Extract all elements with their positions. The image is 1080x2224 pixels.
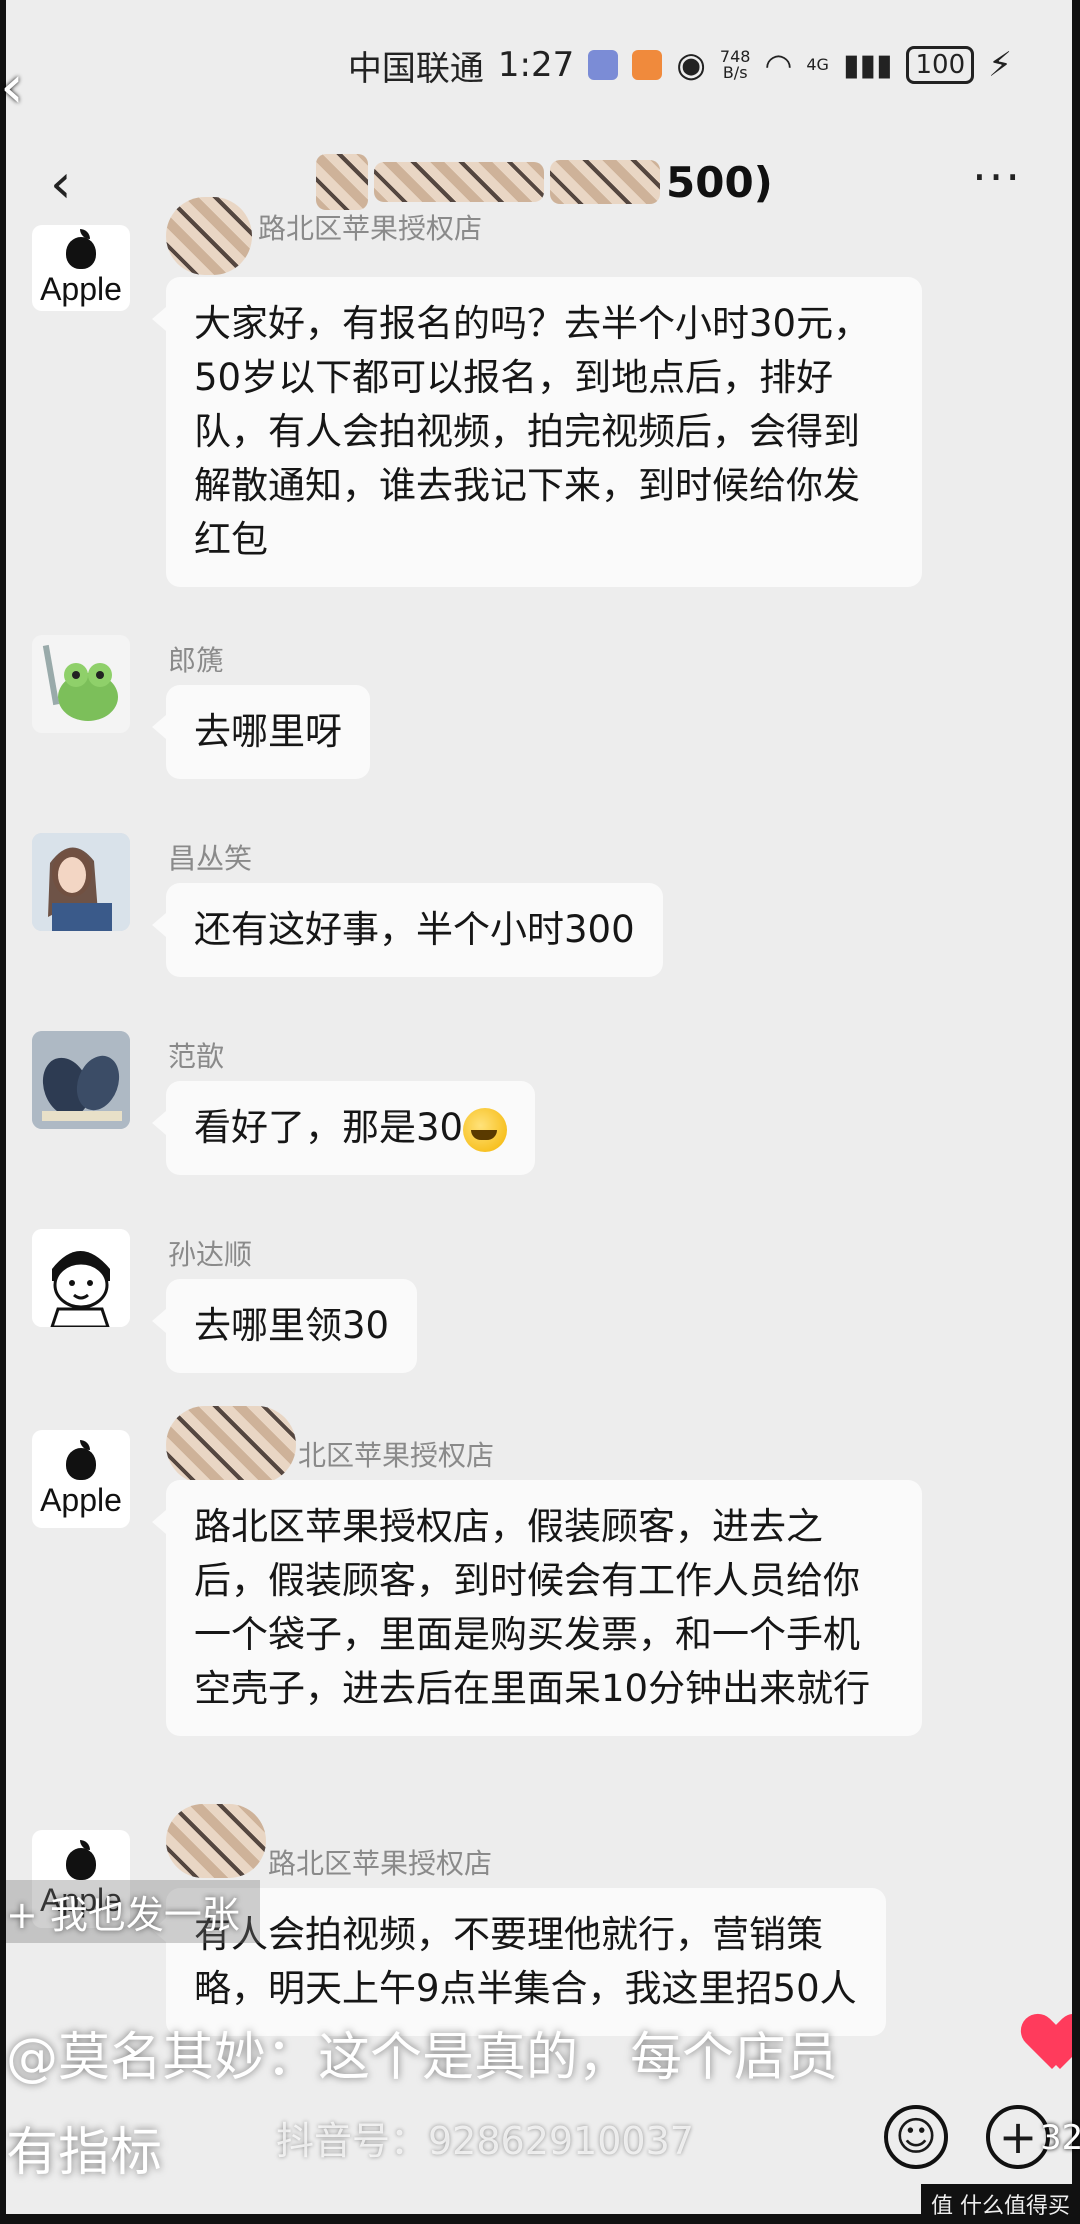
sender-name: 郎篪 [168,644,225,677]
signal-icon: ▮▮▮ [842,47,893,83]
network-type: 4G [806,55,829,74]
message-bubble[interactable]: 去哪里呀 [152,685,370,779]
sender-name: 北区苹果授权店 [298,1439,495,1472]
message-bubble[interactable]: 有人会拍视频，不要理他就行，营销策略，明天上午9点半集合，我这里招50人 [152,1888,886,2036]
redacted-sender-avatar [166,1804,266,1878]
clock: 1:27 [497,45,575,85]
sender-name: 路北区苹果授权店 [268,1847,493,1880]
title-member-count: 500) [666,157,773,207]
like-heart-icon[interactable] [1026,2015,1072,2075]
sender-name: 路北区苹果授权店 [258,212,483,245]
message-bubble[interactable]: 去哪里领30 [151,1279,418,1373]
video-notification-icon [632,50,663,80]
more-options-icon[interactable]: ··· [972,150,1022,204]
close-chevron-icon[interactable]: ‹ [0,52,24,122]
message-bubble[interactable]: 大家好，有报名的吗？去半个小时30元，50岁以下都可以报名，到地点后，排好队，有… [152,277,922,587]
chat-header: ‹ 500) ··· [6,140,1072,230]
apple-logo-icon [64,1439,98,1480]
back-chevron-icon[interactable]: ‹ [50,152,72,215]
comment-text-line: @莫名其妙：这个是真的，每个店员 [6,2028,839,2088]
carrier-label: 中国联通 [347,48,484,89]
redacted-title-part [374,162,544,202]
emoji-icon[interactable]: ☺ [884,2105,948,2169]
apple-logo-avatar[interactable]: Apple [32,1430,130,1528]
wifi-icon: ◠ [764,46,793,84]
redacted-title-part [550,160,660,204]
source-tag: 值 什么值得买 [921,2184,1080,2224]
group-title: 500) [316,154,773,210]
sender-name: 孙达顺 [168,1238,253,1271]
meme-face-icon [32,1229,130,1327]
battery-indicator: 100 [906,46,975,84]
watermark: 抖音号：92862910037 [276,2119,694,2163]
portrait-icon [32,833,130,931]
sender-name: 昌丛笑 [168,842,253,875]
message-bubble[interactable]: 看好了，那是30 [151,1081,536,1175]
apple-logo-icon [64,228,98,269]
status-bar: 中国联通 1:27 ◉ 748 B/s ◠ 4G ▮▮▮ 100 ⚡ [6,30,1072,100]
frog-icon [42,644,118,721]
facepalm-emoji-icon [463,1107,508,1152]
message-bubble[interactable]: 还有这好事，半个小时300 [152,883,663,977]
apple-logo-icon [64,1839,98,1880]
chat-screen: 中国联通 1:27 ◉ 748 B/s ◠ 4G ▮▮▮ 100 ⚡ ‹ 500… [6,0,1072,2214]
post-photo-button[interactable]: + 我也发一张 [6,1880,260,1943]
meme-avatar[interactable] [32,1229,130,1327]
shoes-icon [32,1031,130,1129]
like-count: 32 [1040,2118,1080,2158]
message-bubble[interactable]: 路北区苹果授权店，假装顾客，进去之后，假装顾客，到时候会有工作人员给你一个袋子，… [152,1480,922,1736]
sender-name: 范歆 [168,1040,225,1073]
apple-logo-avatar[interactable]: Apple [32,225,130,311]
comment-text-line: 有指标 [6,2123,163,2183]
shoes-avatar[interactable] [32,1031,130,1129]
app-notification-icon [588,50,619,80]
network-speed: 748 B/s [719,47,751,82]
woman-avatar[interactable] [32,833,130,931]
redacted-sender-avatar [166,197,252,275]
eye-icon: ◉ [676,45,706,85]
frog-avatar[interactable] [32,635,130,733]
redacted-title-part [316,154,368,210]
redacted-sender-avatar [166,1406,296,1484]
charging-icon: ⚡ [988,45,1012,85]
